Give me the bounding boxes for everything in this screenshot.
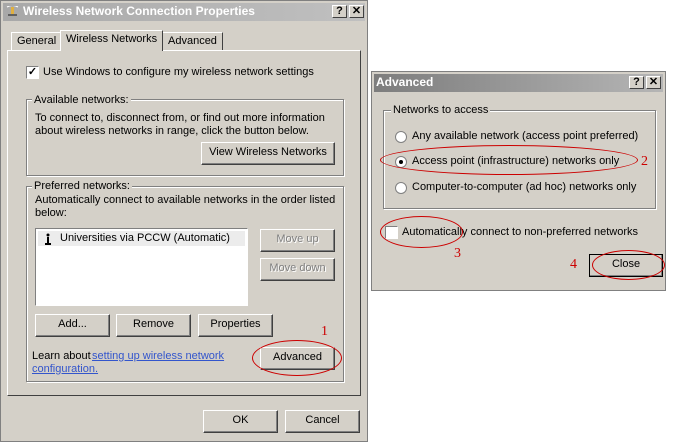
list-item[interactable]: Universities via PCCW (Automatic): [38, 231, 245, 246]
close-icon[interactable]: ✕: [349, 5, 364, 18]
annotation-ellipse-close: [592, 250, 665, 280]
radio-any-network-label: Any available network (access point pref…: [412, 130, 639, 142]
annotation-step-3: 3: [454, 246, 461, 261]
cancel-button[interactable]: Cancel: [285, 410, 360, 433]
network-icon: [6, 5, 19, 17]
available-description-1: To connect to, disconnect from, or find …: [35, 112, 325, 124]
radio-ad-hoc-only[interactable]: [395, 182, 407, 194]
remove-button[interactable]: Remove: [116, 314, 191, 337]
available-description-2: about wireless networks in range, click …: [35, 125, 309, 137]
available-networks-label: Available networks:: [32, 94, 131, 106]
preferred-description-1: Automatically connect to available netwo…: [35, 194, 336, 206]
radio-ad-hoc-label: Computer-to-computer (ad hoc) networks o…: [412, 181, 637, 193]
annotation-ellipse-advanced: [252, 340, 342, 376]
list-item-label: Universities via PCCW (Automatic): [60, 232, 230, 244]
preferred-networks-list[interactable]: Universities via PCCW (Automatic): [35, 228, 248, 306]
annotation-step-1: 1: [321, 324, 328, 339]
advanced-close-icon[interactable]: ✕: [646, 76, 661, 89]
wireless-properties-dialog: Wireless Network Connection Properties ?…: [0, 0, 368, 442]
antenna-icon: [43, 232, 53, 245]
annotation-ellipse-access-point: [380, 145, 638, 175]
annotation-ellipse-auto-connect: [380, 216, 463, 248]
preferred-networks-label: Preferred networks:: [32, 180, 132, 192]
learn-link-line1[interactable]: setting up wireless network: [92, 350, 224, 362]
add-button[interactable]: Add...: [35, 314, 110, 337]
main-dialog-title: Wireless Network Connection Properties: [23, 4, 255, 18]
advanced-dialog-title: Advanced: [376, 75, 434, 89]
advanced-help-button[interactable]: ?: [629, 76, 644, 89]
main-titlebar: Wireless Network Connection Properties ?…: [3, 3, 365, 21]
learn-about-text: Learn about: [32, 350, 91, 362]
tab-general[interactable]: General: [11, 32, 63, 50]
move-up-button[interactable]: Move up: [260, 229, 335, 252]
networks-to-access-label: Networks to access: [391, 104, 491, 116]
tab-advanced[interactable]: Advanced: [162, 32, 223, 50]
move-down-button[interactable]: Move down: [260, 258, 335, 281]
preferred-description-2: below:: [35, 207, 67, 219]
ok-button[interactable]: OK: [203, 410, 278, 433]
properties-button[interactable]: Properties: [198, 314, 273, 337]
annotation-step-4: 4: [570, 257, 577, 272]
view-wireless-networks-button[interactable]: View Wireless Networks: [201, 142, 335, 165]
help-button[interactable]: ?: [332, 5, 347, 18]
use-windows-label: Use Windows to configure my wireless net…: [43, 66, 314, 78]
advanced-titlebar: Advanced ? ✕: [374, 74, 663, 92]
tab-wireless-networks[interactable]: Wireless Networks: [60, 30, 164, 51]
learn-link-line2[interactable]: configuration.: [32, 363, 98, 375]
radio-any-network[interactable]: [395, 131, 407, 143]
use-windows-checkbox[interactable]: ✓: [26, 66, 39, 79]
annotation-step-2: 2: [641, 154, 648, 169]
